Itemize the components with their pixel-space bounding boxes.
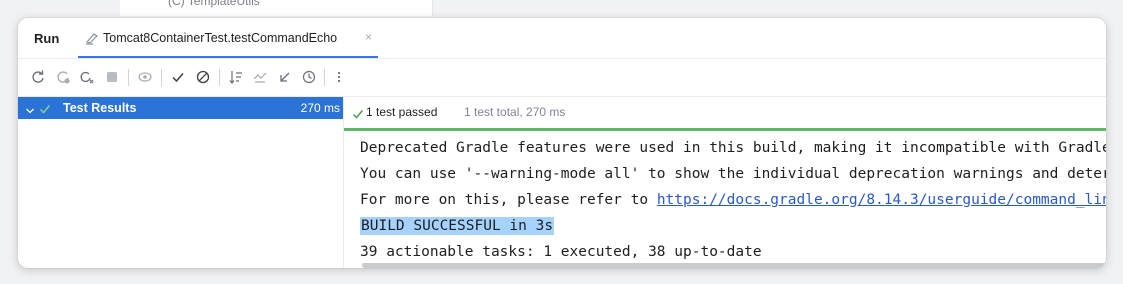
tree-item-test-results[interactable]: Test Results 270 ms xyxy=(18,97,343,119)
rerun-debug-icon[interactable] xyxy=(79,69,95,85)
background-editor-text: (C) TemplateUtils xyxy=(168,0,260,8)
active-tab-indicator xyxy=(78,56,378,58)
history-icon[interactable] xyxy=(301,69,317,85)
console-output: 1 test passed 1 test total, 270 ms Depre… xyxy=(344,97,1106,268)
run-tab-bar: Run Tomcat8ContainerTest.testCommandEcho… xyxy=(18,18,1106,59)
tree-item-duration: 270 ms xyxy=(300,101,340,115)
more-icon[interactable] xyxy=(331,69,347,85)
horizontal-scrollbar[interactable] xyxy=(362,263,1106,268)
toolbar-separator xyxy=(128,69,129,86)
rerun-icon[interactable] xyxy=(30,69,46,85)
console-line: For more on this, please refer to https:… xyxy=(360,192,1106,208)
rerun-failed-icon[interactable] xyxy=(55,69,71,85)
tab-title: Tomcat8ContainerTest.testCommandEcho xyxy=(103,31,338,45)
check-icon xyxy=(352,107,364,125)
console-line: 39 actionable tasks: 1 executed, 38 up-t… xyxy=(360,244,762,260)
test-config-icon xyxy=(84,30,100,46)
console-line: You can use '--warning-mode all' to show… xyxy=(360,166,1106,182)
console-line: Deprecated Gradle features were used in … xyxy=(360,140,1106,156)
toolbar-separator xyxy=(324,69,325,86)
test-passed-icon xyxy=(39,102,51,120)
show-ignored-icon[interactable] xyxy=(195,69,211,85)
tab-test-run[interactable]: Tomcat8ContainerTest.testCommandEcho × xyxy=(78,18,378,58)
collapse-icon[interactable] xyxy=(277,69,293,85)
build-successful-text: BUILD SUCCESSFUL in 3s xyxy=(360,217,555,235)
test-results-tree: Test Results 270 ms xyxy=(18,97,344,268)
sort-by-duration-icon[interactable] xyxy=(252,69,268,85)
run-panel-title: Run xyxy=(34,31,60,46)
check-icon[interactable] xyxy=(170,69,186,85)
test-status-bar: 1 test passed 1 test total, 270 ms xyxy=(344,97,1106,131)
console-line-text: For more on this, please refer to xyxy=(360,192,657,208)
gradle-docs-link[interactable]: https://docs.gradle.org/8.14.3/userguide… xyxy=(657,192,1106,208)
toolbar-separator xyxy=(219,69,220,86)
tests-total-text: 1 test total, 270 ms xyxy=(464,105,566,119)
close-icon[interactable]: × xyxy=(365,30,372,44)
run-toolbar xyxy=(18,59,1106,97)
sort-alphabetically-icon[interactable] xyxy=(228,69,244,85)
background-editor: (C) TemplateUtils xyxy=(120,0,433,16)
tree-item-label: Test Results xyxy=(63,101,137,115)
tests-passed-text: 1 test passed xyxy=(366,105,438,119)
chevron-down-icon[interactable] xyxy=(25,103,35,121)
stop-icon[interactable] xyxy=(104,69,120,85)
show-passed-icon[interactable] xyxy=(137,69,153,85)
run-tool-window: Run Tomcat8ContainerTest.testCommandEcho… xyxy=(18,18,1106,268)
toolbar-separator xyxy=(161,69,162,86)
console-line: BUILD SUCCESSFUL in 3s xyxy=(360,217,555,235)
